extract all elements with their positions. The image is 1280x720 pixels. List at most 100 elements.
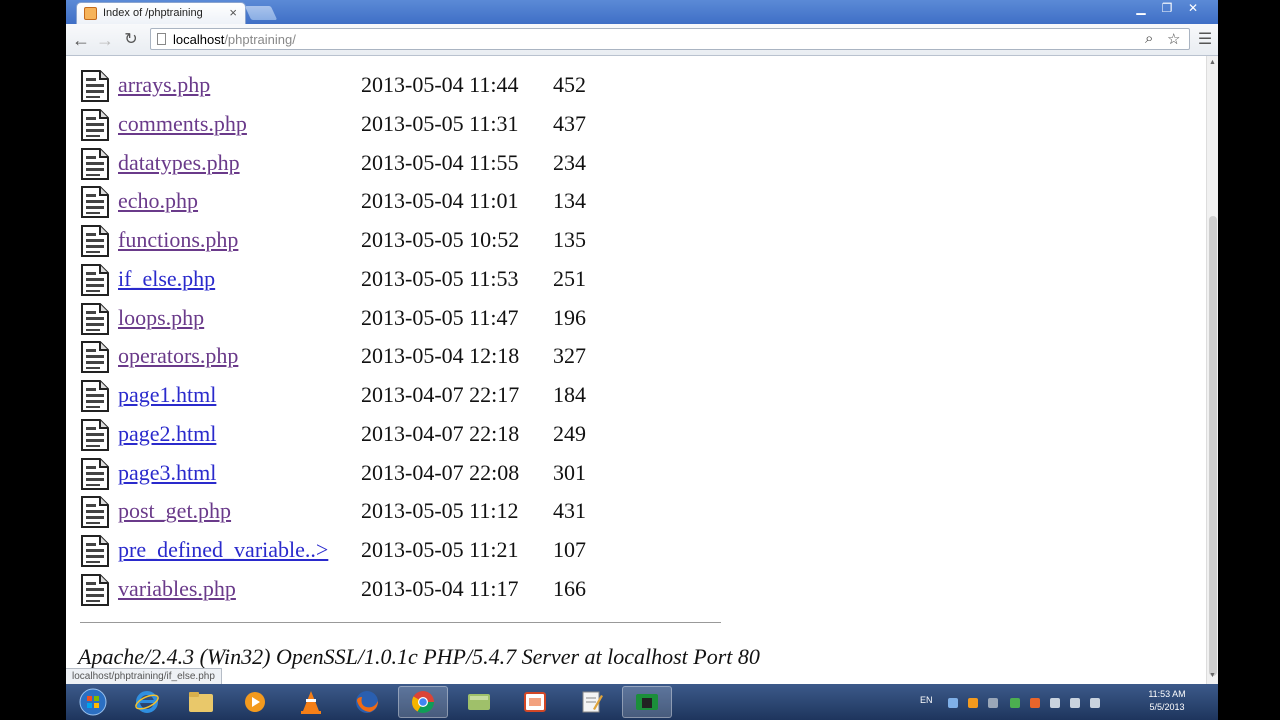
scroll-down-icon[interactable]: ▼ xyxy=(1209,672,1216,679)
url-text: localhost/phptraining/ xyxy=(173,32,296,47)
file-size: 234 xyxy=(553,149,586,175)
browser-toolbar: ← → ↻ localhost/phptraining/ ⌕ ☆ ☰ xyxy=(66,24,1218,56)
scroll-up-icon[interactable]: ▲ xyxy=(1209,59,1216,66)
file-link[interactable]: loops.php xyxy=(118,305,204,331)
file-link[interactable]: arrays.php xyxy=(118,72,210,98)
list-item: loops.php 2013-05-05 11:47 196 xyxy=(80,301,780,337)
list-item: if_else.php 2013-05-05 11:53 251 xyxy=(80,262,780,298)
tray-icon[interactable] xyxy=(1010,698,1020,708)
network-icon[interactable] xyxy=(1050,698,1060,708)
file-size: 301 xyxy=(553,459,586,485)
file-icon xyxy=(81,108,109,141)
taskbar-media-player[interactable] xyxy=(230,686,280,718)
file-icon xyxy=(81,70,109,102)
file-size: 251 xyxy=(553,265,586,291)
file-icon xyxy=(81,186,109,219)
file-size: 437 xyxy=(553,110,586,136)
flag-icon[interactable] xyxy=(1070,698,1080,708)
vlc-cone-icon xyxy=(301,691,321,714)
url-path: /phptraining/ xyxy=(224,32,296,47)
tray-icon[interactable] xyxy=(1030,698,1040,708)
file-link[interactable]: pre_defined_variable..> xyxy=(118,537,328,563)
presentation-icon xyxy=(524,692,546,712)
file-modified-date: 2013-04-07 22:17 xyxy=(361,382,520,407)
file-icon xyxy=(81,225,109,257)
vertical-scrollbar[interactable]: ▲ ▼ xyxy=(1206,56,1218,684)
file-link[interactable]: comments.php xyxy=(118,111,247,137)
list-item: arrays.php 2013-05-04 11:44 452 xyxy=(80,68,780,104)
system-clock[interactable]: 11:53 AM 5/5/2013 xyxy=(1132,688,1202,714)
taskbar-screen-recorder[interactable] xyxy=(622,686,672,718)
file-link[interactable]: if_else.php xyxy=(118,266,215,292)
scroll-thumb[interactable] xyxy=(1209,216,1217,676)
taskbar-firefox[interactable] xyxy=(342,686,392,718)
file-link[interactable]: datatypes.php xyxy=(118,150,240,176)
search-magnifier-icon[interactable]: ⌕ xyxy=(1145,30,1153,47)
tray-icon[interactable] xyxy=(988,698,998,708)
taskbar-file-explorer[interactable] xyxy=(176,686,226,718)
list-item: page2.html 2013-04-07 22:18 249 xyxy=(80,417,780,453)
file-size: 249 xyxy=(553,420,586,446)
clock-date: 5/5/2013 xyxy=(1149,702,1185,712)
list-item: variables.php 2013-05-04 11:17 166 xyxy=(80,572,780,608)
address-bar[interactable]: localhost/phptraining/ ⌕ ☆ xyxy=(150,28,1190,50)
file-size: 107 xyxy=(553,537,586,562)
file-link[interactable]: post_get.php xyxy=(118,498,231,524)
bookmark-star-icon[interactable]: ☆ xyxy=(1167,30,1180,48)
tray-icon[interactable] xyxy=(948,698,958,708)
file-modified-date: 2013-05-05 10:52 xyxy=(361,227,520,252)
back-arrow-icon[interactable]: ← xyxy=(70,29,92,51)
system-tray xyxy=(886,692,1146,712)
file-link[interactable]: page2.html xyxy=(118,421,216,447)
file-link[interactable]: variables.php xyxy=(118,576,236,602)
file-modified-date: 2013-05-05 11:31 xyxy=(361,110,519,136)
tab-index-phptraining[interactable]: Index of /phptraining × xyxy=(76,2,246,24)
taskbar-notepad[interactable] xyxy=(566,686,616,718)
clock-time: 11:53 AM xyxy=(1148,689,1186,699)
list-item: page3.html 2013-04-07 22:08 301 xyxy=(80,456,780,492)
file-size: 196 xyxy=(553,304,586,330)
file-modified-date: 2013-05-05 11:21 xyxy=(361,537,519,562)
list-item: page1.html 2013-04-07 22:17 184 xyxy=(80,378,780,414)
file-modified-date: 2013-04-07 22:18 xyxy=(361,420,520,446)
page-icon xyxy=(157,33,166,45)
taskbar-internet-explorer[interactable] xyxy=(122,686,172,718)
windows-logo-icon xyxy=(79,688,107,716)
new-tab-button[interactable] xyxy=(244,6,278,20)
file-icon xyxy=(81,573,109,606)
taskbar-chrome[interactable] xyxy=(398,686,448,718)
divider xyxy=(80,622,721,623)
close-window-icon[interactable]: ✕ xyxy=(1180,0,1206,18)
file-link[interactable]: functions.php xyxy=(118,227,238,253)
taskbar-powerpoint[interactable] xyxy=(510,686,560,718)
forward-arrow-icon[interactable]: → xyxy=(94,29,116,51)
start-button[interactable] xyxy=(68,686,118,718)
file-link[interactable]: page1.html xyxy=(118,382,216,408)
folder-icon xyxy=(189,692,213,712)
file-size: 184 xyxy=(553,382,586,407)
tab-strip: Index of /phptraining × ▁ ❐ ✕ xyxy=(66,0,1218,24)
file-modified-date: 2013-05-04 11:17 xyxy=(361,575,519,601)
taskbar-app[interactable] xyxy=(454,686,504,718)
reload-icon[interactable]: ↻ xyxy=(120,29,142,51)
file-icon xyxy=(81,457,109,490)
windows-taskbar: EN 11:53 AM 5/5/2013 xyxy=(66,684,1218,720)
volume-icon[interactable] xyxy=(1090,698,1100,708)
menu-icon[interactable]: ☰ xyxy=(1194,29,1216,51)
minimize-icon[interactable]: ▁ xyxy=(1128,0,1154,18)
file-modified-date: 2013-05-05 11:12 xyxy=(361,498,519,524)
file-icon xyxy=(81,380,109,412)
file-link[interactable]: echo.php xyxy=(118,188,198,214)
tab-title: Index of /phptraining xyxy=(103,7,203,19)
file-modified-date: 2013-05-05 11:47 xyxy=(361,304,519,330)
file-link[interactable]: operators.php xyxy=(118,343,238,369)
list-item: post_get.php 2013-05-05 11:12 431 xyxy=(80,494,780,530)
url-host: localhost xyxy=(173,32,225,47)
tray-icon[interactable] xyxy=(968,698,978,708)
restore-icon[interactable]: ❐ xyxy=(1154,0,1180,18)
chrome-icon xyxy=(412,691,434,713)
taskbar-vlc[interactable] xyxy=(286,686,336,718)
close-tab-icon[interactable]: × xyxy=(229,5,237,21)
file-modified-date: 2013-05-05 11:53 xyxy=(361,265,519,291)
file-link[interactable]: page3.html xyxy=(118,460,216,486)
